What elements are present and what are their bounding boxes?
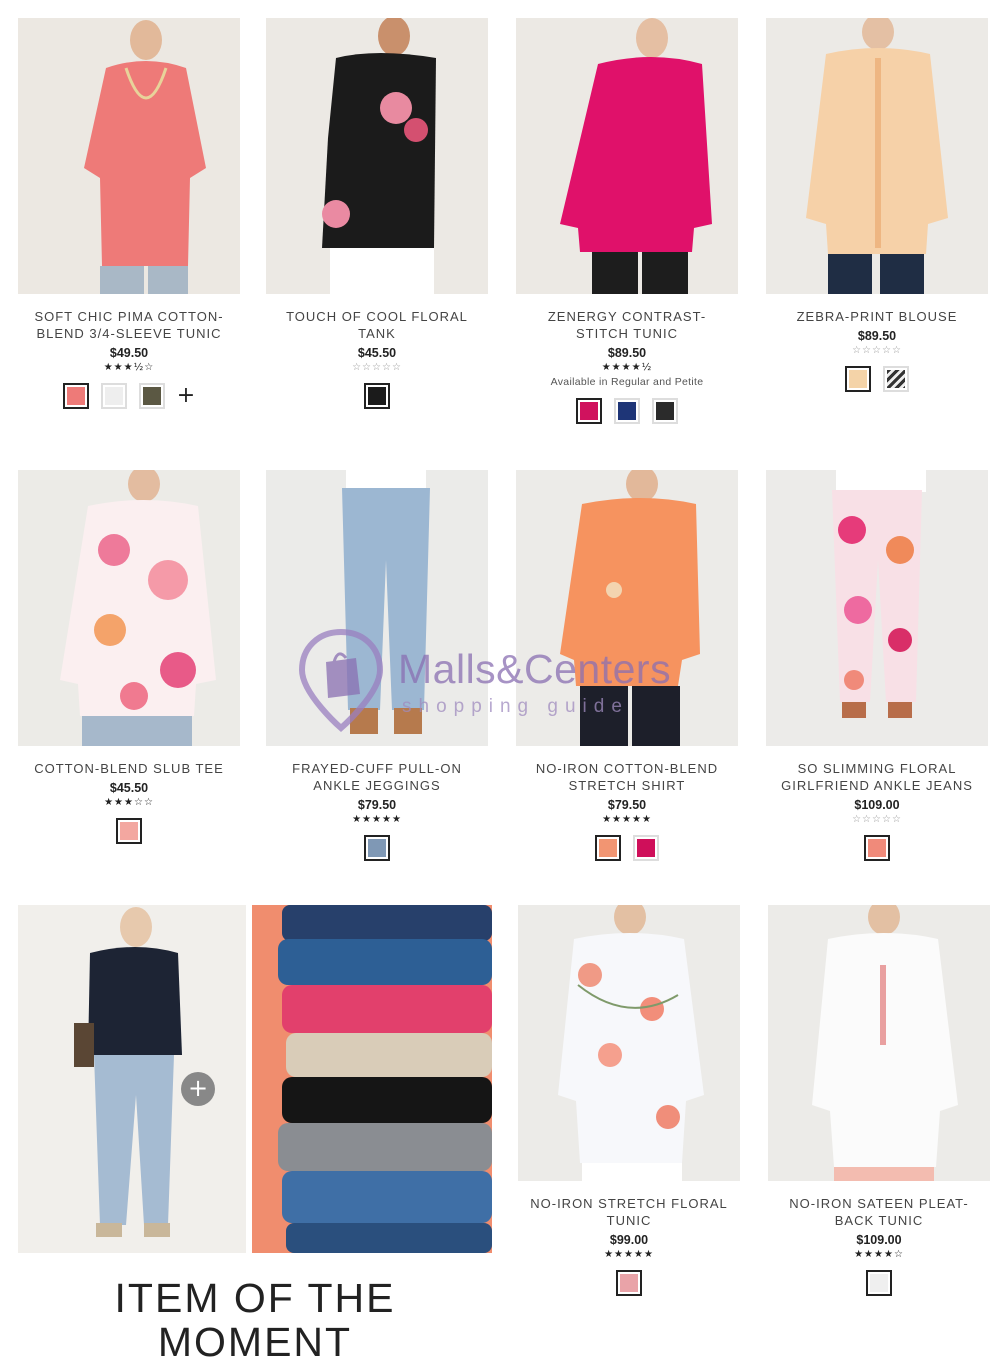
color-swatch[interactable] <box>364 383 390 409</box>
model-figure <box>766 18 988 294</box>
product-price: $109.00 <box>856 1233 902 1247</box>
product-card[interactable]: TOUCH OF COOL FLORAL TANK $45.50 ☆☆☆☆☆ <box>266 18 488 438</box>
product-card[interactable]: ZENERGY CONTRAST-STITCH TUNIC $89.50 ★★★… <box>516 18 738 438</box>
more-colors-button[interactable]: + <box>177 383 195 409</box>
availability-note: Available in Regular and Petite <box>550 376 704 388</box>
color-swatches <box>768 1270 990 1296</box>
product-name[interactable]: TOUCH OF COOL FLORAL TANK <box>266 308 488 342</box>
product-name[interactable]: COTTON-BLEND SLUB TEE <box>18 760 240 777</box>
denim-stack <box>252 905 492 1253</box>
product-card[interactable]: ZEBRA-PRINT BLOUSE $89.50 ☆☆☆☆☆ <box>766 18 988 438</box>
item-of-the-moment-promo[interactable]: + <box>18 905 492 1253</box>
color-swatch[interactable] <box>616 1270 642 1296</box>
product-name[interactable]: ZEBRA-PRINT BLOUSE <box>766 308 988 325</box>
color-swatches <box>266 383 488 409</box>
color-swatch[interactable] <box>364 835 390 861</box>
rating-stars: ☆☆☆☆☆ <box>352 362 402 373</box>
promo-denim-stack-image[interactable] <box>252 905 492 1253</box>
color-swatches: + <box>18 383 240 409</box>
color-swatch[interactable] <box>116 818 142 844</box>
product-card[interactable]: SOFT CHIC PIMA COTTON-BLEND 3/4-SLEEVE T… <box>18 18 240 438</box>
model-figure <box>516 18 738 294</box>
product-name[interactable]: SOFT CHIC PIMA COTTON-BLEND 3/4-SLEEVE T… <box>18 308 240 342</box>
model-figure <box>518 905 740 1181</box>
color-swatch[interactable] <box>62 383 89 409</box>
color-swatch[interactable] <box>138 383 165 409</box>
color-swatch[interactable] <box>614 398 640 424</box>
color-swatches <box>18 818 240 844</box>
watermark-tagline: shopping guide <box>402 696 629 717</box>
product-card[interactable]: SO SLIMMING FLORAL GIRLFRIEND ANKLE JEAN… <box>766 470 988 870</box>
product-price: $109.00 <box>854 798 900 812</box>
product-name[interactable]: SO SLIMMING FLORAL GIRLFRIEND ANKLE JEAN… <box>766 760 988 794</box>
product-image[interactable] <box>768 905 990 1181</box>
product-card[interactable]: COTTON-BLEND SLUB TEE $45.50 ★★★☆☆ <box>18 470 240 870</box>
color-swatches <box>766 835 988 861</box>
product-price: $99.00 <box>609 1233 649 1247</box>
model-figure <box>266 18 488 294</box>
product-name[interactable]: NO-IRON COTTON-BLEND STRETCH SHIRT <box>516 760 738 794</box>
rating-stars: ★★★☆☆ <box>104 797 154 808</box>
product-price: $79.50 <box>607 798 647 812</box>
model-figure <box>18 18 240 294</box>
rating-stars: ☆☆☆☆☆ <box>852 345 902 356</box>
product-name[interactable]: ZENERGY CONTRAST-STITCH TUNIC <box>516 308 738 342</box>
product-image[interactable] <box>766 18 988 294</box>
color-swatch[interactable] <box>883 366 909 392</box>
product-price: $45.50 <box>357 346 397 360</box>
watermark-brand: Malls&Centers <box>398 646 672 692</box>
color-swatches <box>766 366 988 392</box>
rating-stars: ★★★★★ <box>602 814 652 825</box>
model-figure <box>766 470 988 746</box>
color-swatch[interactable] <box>576 398 602 424</box>
color-swatch[interactable] <box>633 835 659 861</box>
rating-stars: ★★★★☆ <box>854 1249 904 1260</box>
rating-stars: ★★★★★ <box>604 1249 654 1260</box>
product-price: $49.50 <box>109 346 149 360</box>
color-swatch[interactable] <box>595 835 621 861</box>
color-swatch[interactable] <box>845 366 871 392</box>
rating-stars: ★★★★½ <box>601 362 653 373</box>
color-swatch[interactable] <box>864 835 890 861</box>
color-swatches <box>266 835 488 861</box>
product-image[interactable] <box>18 470 240 746</box>
product-image[interactable] <box>518 905 740 1181</box>
promo-outfit-image[interactable]: + <box>18 905 246 1253</box>
promo-title: ITEM OF THE MOMENT <box>114 1275 396 1364</box>
rating-stars: ☆☆☆☆☆ <box>852 814 902 825</box>
rating-stars: ★★★★★ <box>352 814 402 825</box>
color-swatch[interactable] <box>652 398 678 424</box>
shopping-bag-pin-icon <box>298 628 384 732</box>
product-image[interactable] <box>18 18 240 294</box>
rating-stars: ★★★½☆ <box>103 362 155 373</box>
product-name[interactable]: NO-IRON SATEEN PLEAT-BACK TUNIC <box>768 1195 990 1229</box>
product-price: $89.50 <box>857 329 897 343</box>
product-image[interactable] <box>516 18 738 294</box>
color-swatches <box>516 835 738 861</box>
model-figure <box>768 905 990 1181</box>
product-card[interactable]: NO-IRON SATEEN PLEAT-BACK TUNIC $109.00 … <box>768 905 990 1305</box>
product-image[interactable] <box>266 18 488 294</box>
product-price: $89.50 <box>607 346 647 360</box>
product-price: $79.50 <box>357 798 397 812</box>
color-swatch[interactable] <box>866 1270 892 1296</box>
product-price: $45.50 <box>109 781 149 795</box>
model-figure <box>18 470 240 746</box>
product-card[interactable]: NO-IRON STRETCH FLORAL TUNIC $99.00 ★★★★… <box>518 905 740 1305</box>
product-image[interactable] <box>766 470 988 746</box>
color-swatches <box>518 1270 740 1296</box>
product-name[interactable]: NO-IRON STRETCH FLORAL TUNIC <box>518 1195 740 1229</box>
color-swatches <box>516 398 738 424</box>
product-name[interactable]: FRAYED-CUFF PULL-ON ANKLE JEGGINGS <box>266 760 488 794</box>
quick-view-button[interactable]: + <box>181 1072 215 1106</box>
watermark: Malls&Centers shopping guide <box>298 628 718 738</box>
color-swatch[interactable] <box>100 383 127 409</box>
